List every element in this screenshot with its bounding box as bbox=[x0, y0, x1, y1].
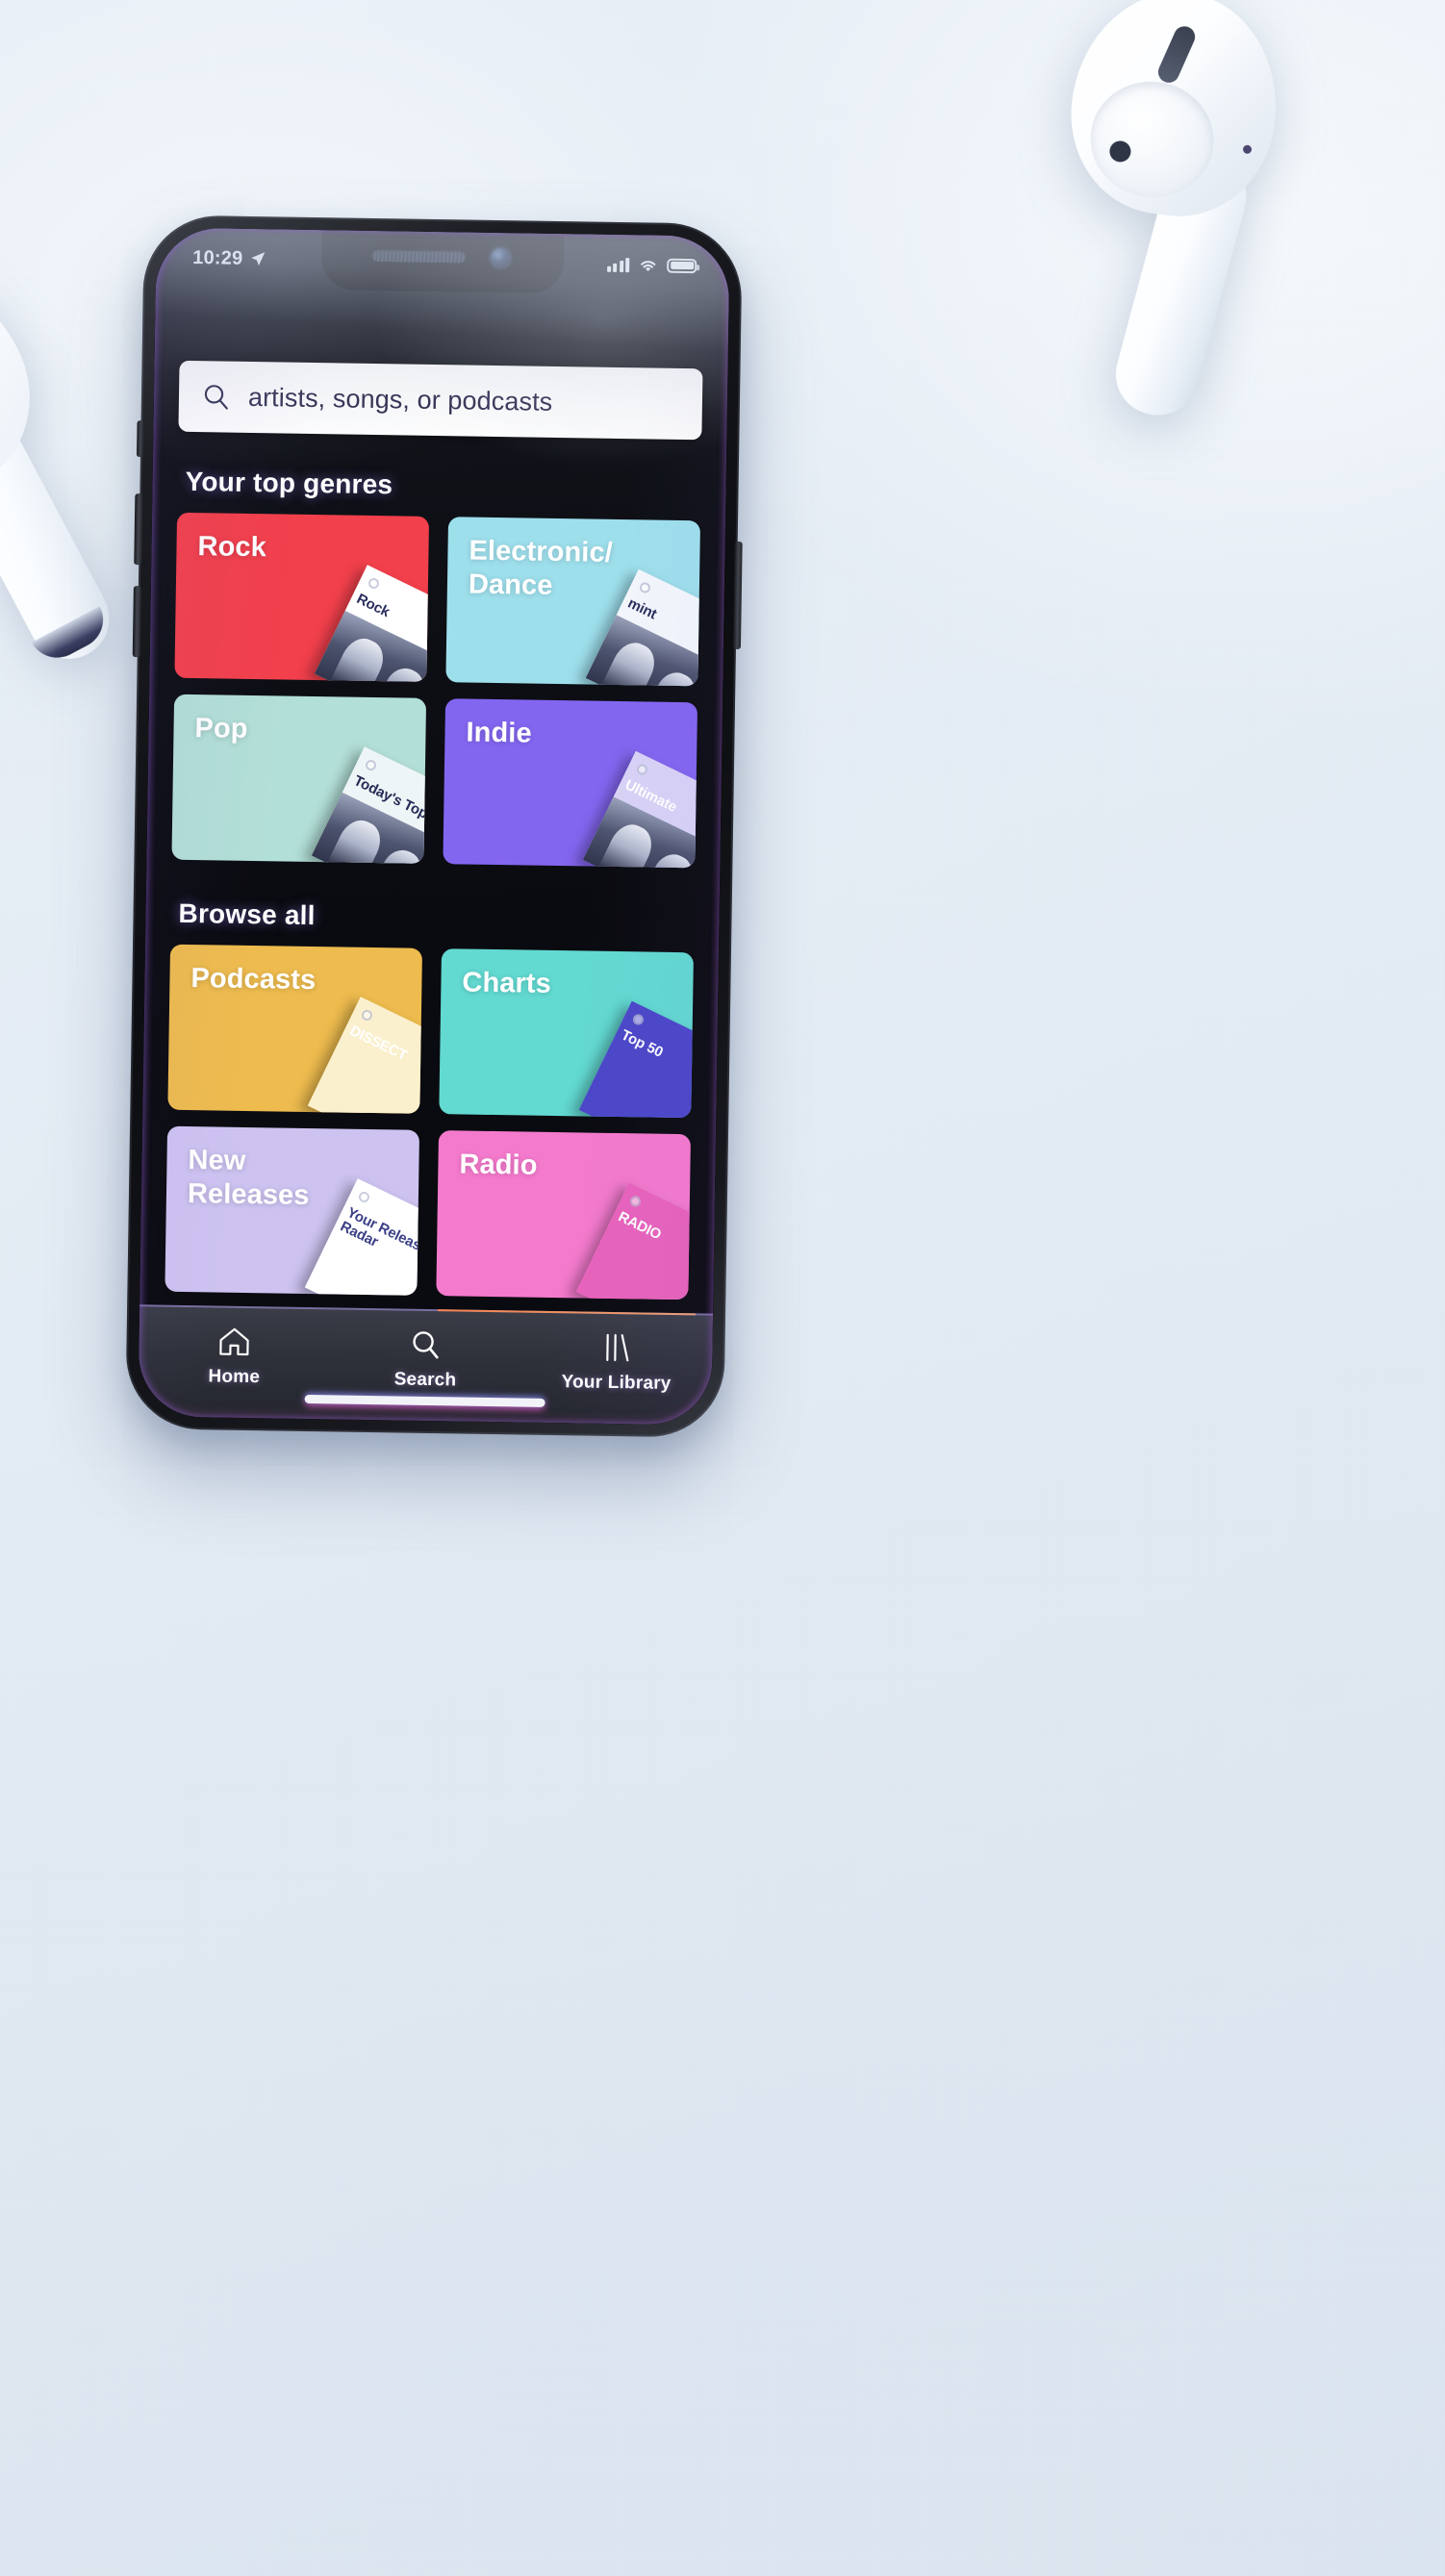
browse-card-label: Charts bbox=[462, 967, 552, 999]
genre-card-label: Electronic/Dance bbox=[468, 535, 614, 601]
tab-label: Your Library bbox=[561, 1372, 672, 1394]
mute-switch[interactable] bbox=[136, 420, 144, 458]
location-arrow-icon bbox=[251, 252, 266, 266]
wifi-icon bbox=[641, 260, 656, 271]
browse-all-grid: Podcasts DISSECT Charts Top 50 New Relea… bbox=[165, 944, 694, 1301]
search-icon bbox=[410, 1328, 442, 1361]
search-icon bbox=[204, 385, 228, 410]
genre-card-thumbnail: Ultimate bbox=[582, 750, 698, 869]
browse-card-label: New Releases bbox=[187, 1145, 310, 1211]
section-title-browse-all: Browse all bbox=[178, 897, 316, 931]
genre-card-indie[interactable]: Indie Ultimate bbox=[443, 698, 698, 869]
airpod-right bbox=[1012, 0, 1356, 425]
tab-your-library[interactable]: Your Library bbox=[521, 1330, 712, 1396]
browse-card-charts[interactable]: Charts Top 50 bbox=[439, 948, 694, 1119]
bottom-tab-bar: Home Search Your Library bbox=[138, 1304, 714, 1426]
tab-label: Home bbox=[208, 1366, 261, 1388]
section-title-top-genres: Your top genres bbox=[185, 466, 393, 500]
search-bar-container bbox=[178, 360, 703, 441]
search-page-content: Your top genres Rock Rock Electronic/Dan… bbox=[139, 287, 729, 1313]
genre-card-thumbnail: mint bbox=[585, 568, 701, 687]
genre-card-rock[interactable]: Rock Rock bbox=[174, 512, 430, 682]
browse-card-new-releases[interactable]: New Releases Your Release Radar bbox=[165, 1125, 420, 1296]
cellular-signal-icon bbox=[606, 257, 630, 272]
browse-card-radio[interactable]: Radio RADIO bbox=[436, 1130, 692, 1301]
browse-card-thumbnail: Top 50 bbox=[578, 1000, 694, 1119]
search-bar[interactable] bbox=[178, 360, 703, 441]
tab-label: Search bbox=[393, 1369, 457, 1391]
top-genres-grid: Rock Rock Electronic/Dance mint Pop Toda… bbox=[171, 512, 701, 869]
status-bar: 10:29 bbox=[156, 227, 730, 295]
genre-card-label: Indie bbox=[466, 717, 532, 749]
volume-up-button[interactable] bbox=[134, 493, 143, 566]
volume-down-button[interactable] bbox=[132, 586, 141, 658]
home-icon bbox=[218, 1326, 252, 1359]
search-input[interactable] bbox=[247, 382, 680, 419]
browse-card-thumbnail: DISSECT bbox=[307, 997, 423, 1114]
status-bar-right bbox=[606, 257, 697, 273]
phone-screen-bezel: 10:29 artists, songs, or podcasts Your t… bbox=[138, 227, 730, 1426]
genre-card-electronic-dance[interactable]: Electronic/Dance mint bbox=[445, 517, 701, 687]
genre-card-thumbnail: Today's Top H bbox=[311, 746, 427, 864]
status-bar-left: 10:29 bbox=[192, 246, 266, 269]
tab-search[interactable]: Search bbox=[330, 1326, 520, 1392]
genre-card-label: Pop bbox=[194, 713, 248, 745]
app-screen: 10:29 artists, songs, or podcasts Your t… bbox=[138, 227, 730, 1426]
status-bar-time: 10:29 bbox=[192, 246, 243, 269]
genre-card-thumbnail: Rock bbox=[314, 565, 430, 682]
browse-card-thumbnail: Your Release Radar bbox=[304, 1178, 420, 1296]
battery-full-icon bbox=[667, 258, 697, 273]
phone-device: 10:29 artists, songs, or podcasts Your t… bbox=[125, 215, 743, 1438]
browse-card-podcasts[interactable]: Podcasts DISSECT bbox=[167, 944, 423, 1114]
genre-card-pop[interactable]: Pop Today's Top H bbox=[171, 694, 427, 864]
library-icon bbox=[600, 1331, 634, 1365]
tab-home[interactable]: Home bbox=[139, 1324, 330, 1389]
browse-card-label: Podcasts bbox=[190, 963, 317, 997]
browse-card-thumbnail: RADIO bbox=[575, 1182, 692, 1301]
browse-card-label: Radio bbox=[459, 1149, 538, 1181]
genre-card-label: Rock bbox=[197, 531, 267, 564]
